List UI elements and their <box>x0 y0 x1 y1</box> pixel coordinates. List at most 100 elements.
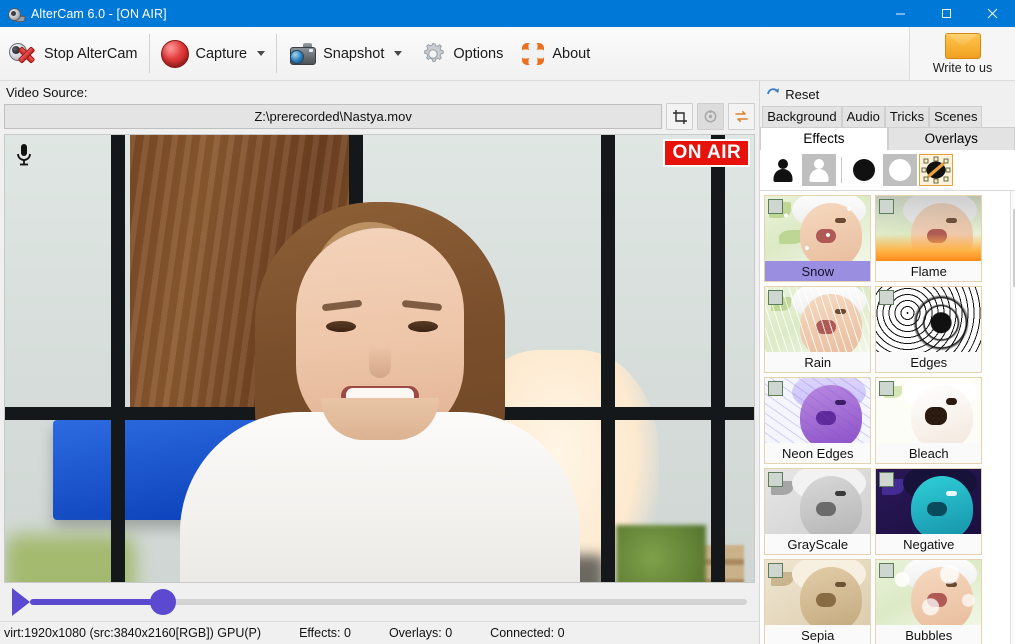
effects-area: Snow Flame Rain Edges Neon Edges Bleach … <box>760 191 1015 644</box>
effect-checkbox[interactable] <box>768 199 784 214</box>
capture-dropdown-icon[interactable] <box>257 51 266 56</box>
preview-person <box>165 202 595 582</box>
status-effects: Effects: 0 <box>299 626 351 640</box>
effect-tile[interactable]: Sepia <box>764 559 872 644</box>
seek-thumb[interactable] <box>150 589 176 615</box>
reset-arrow-icon <box>766 86 781 103</box>
scroll-down-icon[interactable] <box>1011 628 1015 644</box>
tab-overlays[interactable]: Overlays <box>887 127 1015 150</box>
reset-button[interactable]: Reset <box>760 81 1015 106</box>
crop-icon[interactable] <box>666 103 694 130</box>
video-source-field[interactable]: Z:\prerecorded\Nastya.mov <box>4 104 663 129</box>
about-label: About <box>552 45 591 62</box>
filter-toolbar <box>760 150 1015 191</box>
effect-label: Edges <box>876 352 982 372</box>
effect-tile[interactable]: Snow <box>764 195 872 282</box>
tab-effects[interactable]: Effects <box>760 127 888 150</box>
effect-label: Negative <box>876 534 982 554</box>
effect-label: Bleach <box>876 443 982 463</box>
effect-thumbnail <box>765 560 871 625</box>
effect-checkbox[interactable] <box>879 381 895 396</box>
effects-grid: Snow Flame Rain Edges Neon Edges Bleach … <box>760 191 1010 644</box>
effect-checkbox[interactable] <box>879 563 895 578</box>
seek-slider[interactable] <box>12 588 748 616</box>
secondary-tabs: Background Audio Tricks Scenes <box>760 106 1015 127</box>
write-to-us-button[interactable]: Write to us <box>909 27 1015 81</box>
effect-checkbox[interactable] <box>768 381 784 396</box>
about-button[interactable]: About <box>512 27 599 80</box>
effect-label: Neon Edges <box>765 443 871 463</box>
effect-thumbnail <box>876 378 982 443</box>
effect-tile[interactable]: Negative <box>875 468 983 555</box>
write-to-us-label: Write to us <box>932 60 993 75</box>
video-source-label: Video Source: <box>6 85 88 100</box>
stop-camera-icon <box>9 42 37 66</box>
left-pane: Video Source: Z:\prerecorded\Nastya.mov <box>0 81 760 644</box>
seek-bar-area <box>0 583 759 621</box>
effect-tile[interactable]: GrayScale <box>764 468 872 555</box>
effect-label: Flame <box>876 261 982 281</box>
play-marker-icon <box>12 588 30 616</box>
status-connected: Connected: 0 <box>490 626 565 640</box>
status-overlays: Overlays: 0 <box>388 626 453 640</box>
capture-button[interactable]: Capture <box>152 27 275 80</box>
effect-checkbox[interactable] <box>768 290 784 305</box>
video-preview[interactable]: ON AIR <box>4 134 756 583</box>
toolbar-separator <box>276 34 278 73</box>
effects-scrollbar[interactable] <box>1010 191 1015 644</box>
effect-tile[interactable]: Edges <box>875 286 983 373</box>
effect-label: GrayScale <box>765 534 871 554</box>
window-controls <box>877 0 1015 27</box>
right-panel: Reset Background Audio Tricks Scenes Eff… <box>759 81 1015 644</box>
toolbar-separator <box>148 34 150 73</box>
effect-tile[interactable]: Rain <box>764 286 872 373</box>
effect-checkbox[interactable] <box>879 290 895 305</box>
seek-fill <box>30 599 165 605</box>
edit-shape-icon[interactable] <box>919 154 954 186</box>
status-bar: virt:1920x1080 (src:3840x2160[RGB]) GPU(… <box>0 621 760 644</box>
effect-checkbox[interactable] <box>768 563 784 578</box>
on-air-badge: ON AIR <box>663 139 751 167</box>
snapshot-dropdown-icon[interactable] <box>394 51 403 56</box>
main-body: Video Source: Z:\prerecorded\Nastya.mov <box>0 81 1015 644</box>
circle-black-icon[interactable] <box>847 154 881 186</box>
stop-altercam-button[interactable]: Stop AlterCam <box>0 27 147 80</box>
effect-label: Rain <box>765 352 871 372</box>
effect-label: Snow <box>765 261 871 281</box>
effect-tile[interactable]: Bubbles <box>875 559 983 644</box>
effect-thumbnail <box>765 469 871 534</box>
effect-thumbnail <box>765 287 871 352</box>
tab-audio[interactable]: Audio <box>841 106 885 127</box>
webcam-icon <box>7 5 26 22</box>
microphone-icon[interactable] <box>15 143 33 167</box>
options-button[interactable]: Options <box>411 27 512 80</box>
record-circle-icon <box>160 39 189 68</box>
effect-tile[interactable]: Bleach <box>875 377 983 464</box>
lifering-icon <box>521 42 545 66</box>
settings-icon <box>697 103 725 130</box>
maximize-button[interactable] <box>923 0 969 27</box>
tab-scenes[interactable]: Scenes <box>929 106 983 127</box>
tab-tricks[interactable]: Tricks <box>884 106 930 127</box>
person-light-icon[interactable] <box>802 154 837 186</box>
effect-checkbox[interactable] <box>879 472 895 487</box>
filter-separator <box>841 157 843 183</box>
primary-tabs: Effects Overlays <box>760 127 1015 150</box>
options-label: Options <box>453 45 504 62</box>
minimize-button[interactable] <box>877 0 923 27</box>
effect-tile[interactable]: Neon Edges <box>764 377 872 464</box>
snapshot-button[interactable]: Snapshot <box>279 27 411 80</box>
capture-label: Capture <box>195 45 248 62</box>
close-button[interactable] <box>969 0 1015 27</box>
effect-tile[interactable]: Flame <box>875 195 983 282</box>
reset-label: Reset <box>785 87 820 102</box>
tab-background[interactable]: Background <box>762 106 842 127</box>
altercam-window: AlterCam 6.0 - [ON AIR] Stop AlterCam Ca… <box>0 0 1015 644</box>
circle-white-icon[interactable] <box>883 154 918 186</box>
status-resolution: virt:1920x1080 (src:3840x2160[RGB]) GPU(… <box>4 626 262 640</box>
person-dark-icon[interactable] <box>766 154 800 186</box>
scroll-up-icon[interactable] <box>1011 191 1015 207</box>
effect-checkbox[interactable] <box>768 472 784 487</box>
swap-icon[interactable] <box>728 103 756 130</box>
effect-checkbox[interactable] <box>879 199 895 214</box>
